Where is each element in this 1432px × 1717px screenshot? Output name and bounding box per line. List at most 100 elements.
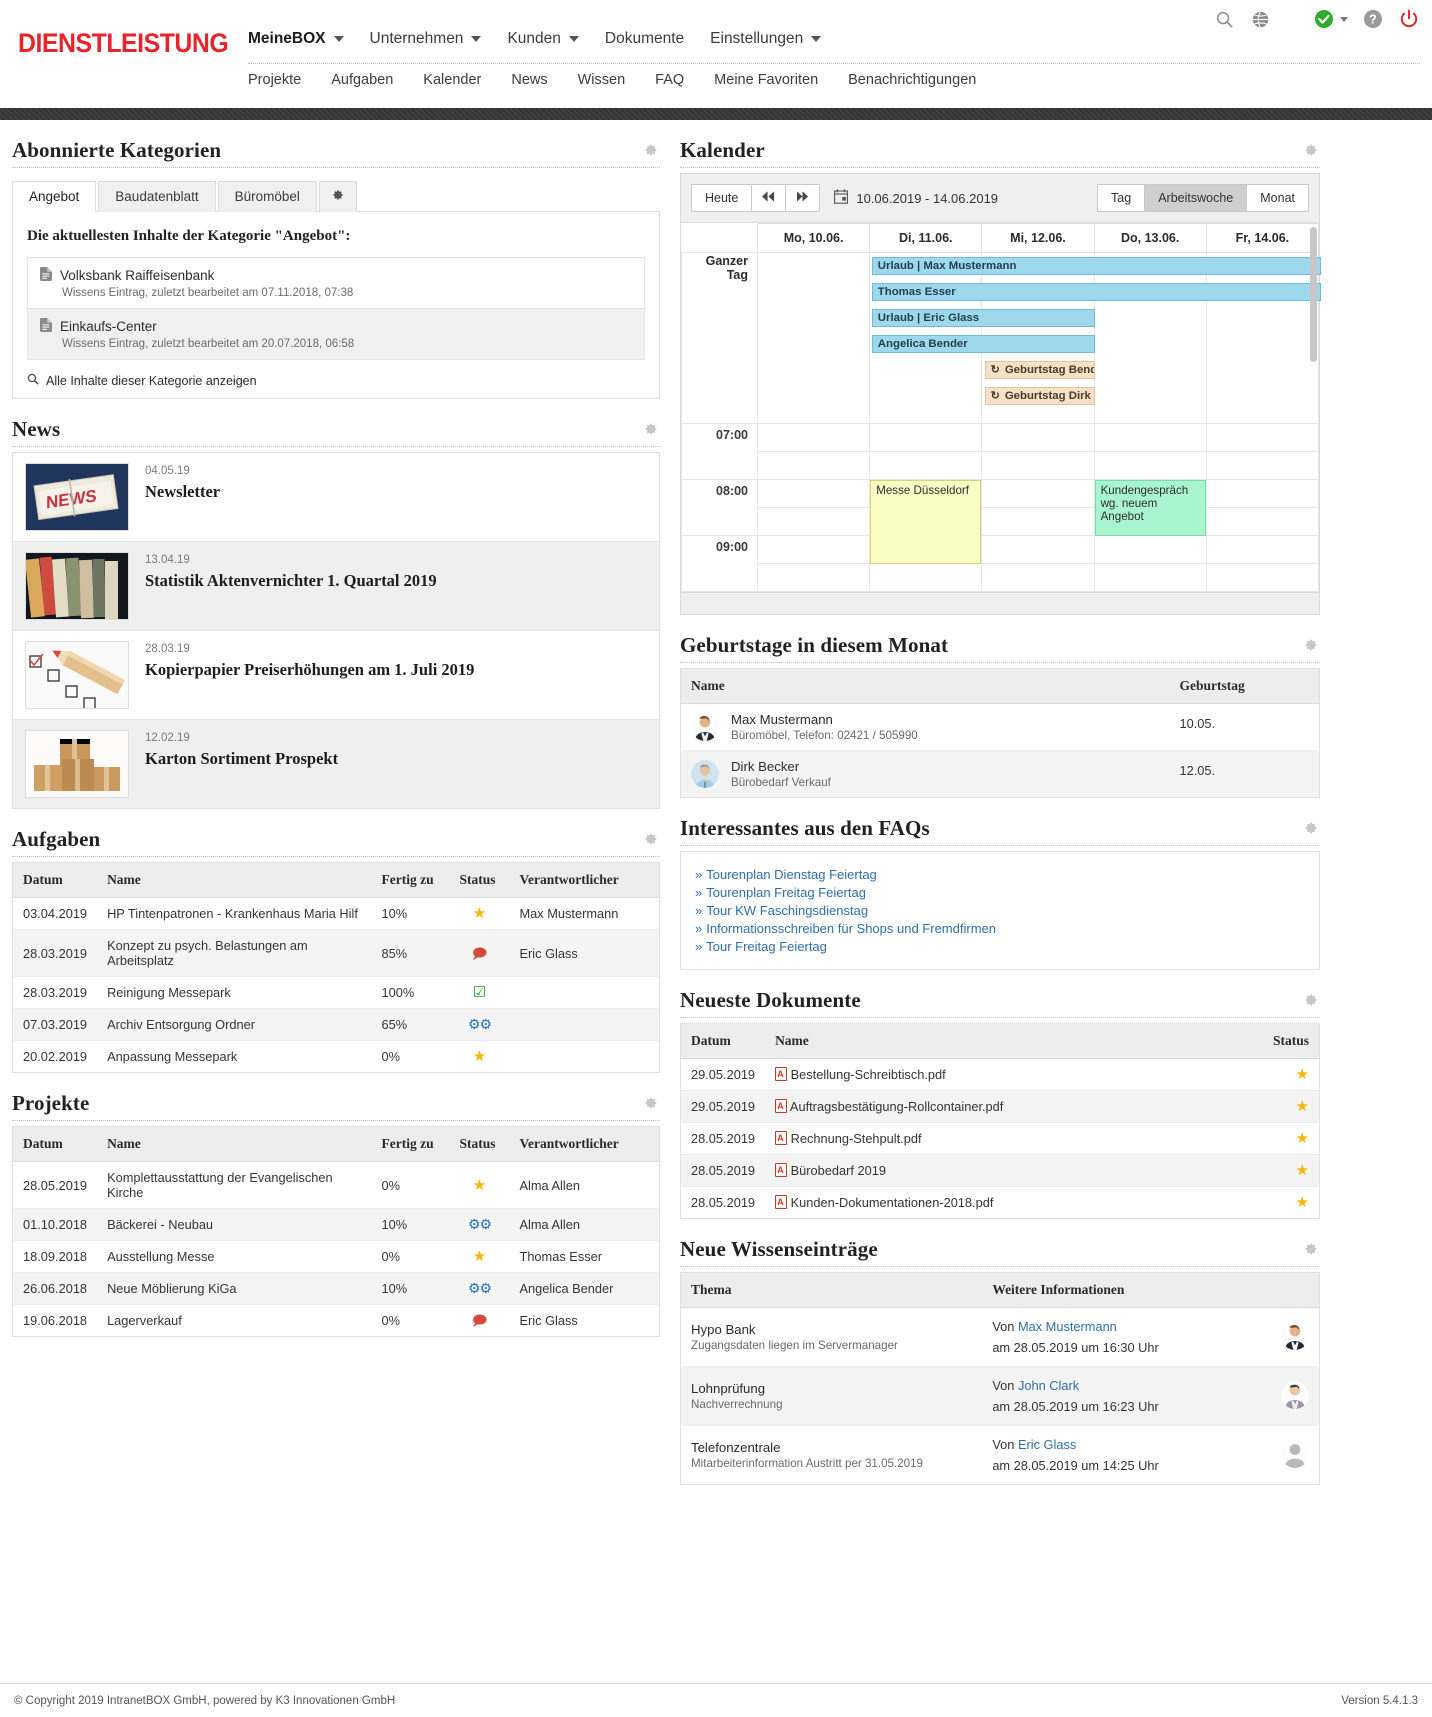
subnav-item-news[interactable]: News — [511, 72, 577, 88]
calendar-slot[interactable] — [869, 563, 983, 592]
subnav-item-faq[interactable]: FAQ — [655, 72, 714, 88]
gear-icon[interactable] — [644, 832, 658, 846]
nav-item-einstellungen[interactable]: Einstellungen — [710, 30, 835, 58]
table-row[interactable]: 28.05.2019 Komplettausstattung der Evange… — [12, 1161, 660, 1209]
calendar-slot[interactable] — [981, 423, 1095, 452]
author-link[interactable]: John Clark — [1018, 1378, 1079, 1393]
list-item[interactable]: 12.02.19 Karton Sortiment Prospekt — [13, 720, 659, 808]
table-row[interactable]: 28.05.2019 Rechnung-Stehpult.pdf ★ — [680, 1122, 1320, 1155]
nav-item-unternehmen[interactable]: Unternehmen — [370, 30, 496, 58]
calendar-slot[interactable] — [1093, 451, 1207, 480]
calendar-slot[interactable] — [756, 535, 871, 564]
calendar-slot[interactable] — [756, 563, 871, 592]
tab-baudatenblatt[interactable]: Baudatenblatt — [98, 181, 216, 212]
nav-item-meinebox[interactable]: MeineBOX — [248, 30, 358, 58]
table-row[interactable]: 28.03.2019 Reinigung Messepark 100% ☑ — [12, 976, 660, 1009]
subnav-item-kalender[interactable]: Kalender — [423, 72, 511, 88]
calendar-slot[interactable] — [756, 507, 871, 536]
table-row[interactable]: 28.03.2019 Konzept zu psych. Belastungen … — [12, 929, 660, 977]
calendar-slot[interactable] — [756, 479, 871, 508]
calendar-scrollbar[interactable] — [1310, 227, 1317, 582]
calendar-birthday-event[interactable]: Geburtstag Bend — [984, 361, 1096, 379]
calendar-slot[interactable] — [756, 423, 871, 452]
subnav-item-meine-favoriten[interactable]: Meine Favoriten — [714, 72, 848, 88]
gear-icon[interactable] — [1304, 821, 1318, 835]
table-row[interactable]: 20.02.2019 Anpassung Messepark 0% ★ — [13, 1041, 660, 1073]
author-link[interactable]: Max Mustermann — [1018, 1319, 1117, 1334]
gear-icon[interactable] — [1304, 638, 1318, 652]
power-icon[interactable] — [1398, 8, 1420, 30]
calendar-slot[interactable] — [1093, 563, 1207, 592]
tab-settings-gear-icon[interactable] — [318, 181, 357, 212]
calendar-slot[interactable] — [1205, 479, 1320, 508]
nav-item-kunden[interactable]: Kunden — [507, 30, 592, 58]
faq-link[interactable]: » Tour KW Faschingsdienstag — [695, 903, 1305, 918]
table-row[interactable]: 29.05.2019 Auftragsbestätigung-Rollconta… — [680, 1090, 1320, 1123]
list-item[interactable]: Einkaufs-Center Wissens Eintrag, zuletzt… — [28, 309, 644, 360]
tab-bueromoebel[interactable]: Büromöbel — [217, 181, 317, 212]
tab-angebot[interactable]: Angebot — [12, 181, 97, 212]
calendar-slot[interactable] — [1205, 507, 1320, 536]
nav-item-dokumente[interactable]: Dokumente — [605, 30, 698, 58]
author-link[interactable]: Eric Glass — [1018, 1437, 1076, 1452]
search-icon[interactable] — [1213, 8, 1235, 30]
subnav-item-benachrichtigungen[interactable]: Benachrichtigungen — [848, 72, 1006, 88]
table-row[interactable]: 01.10.2018 Bäckerei - Neubau 10% ⚙⚙ Alma All… — [12, 1208, 660, 1241]
calendar-birthday-event[interactable]: Geburtstag Dirk — [984, 387, 1096, 405]
cell-name[interactable]: Rechnung-Stehpult.pdf — [765, 1122, 1230, 1155]
faq-link[interactable]: » Tourenplan Dienstag Feiertag — [695, 867, 1305, 882]
calendar-view-monat[interactable]: Monat — [1246, 184, 1309, 212]
table-row[interactable]: 03.04.2019 HP Tintenpatronen - Krankenhau… — [12, 897, 660, 930]
table-row[interactable]: Telefonzentrale Mitarbeiterinformation Au… — [681, 1426, 1320, 1485]
calendar-slot[interactable] — [1205, 423, 1320, 452]
calendar-event-messe[interactable]: Messe Düsseldorf — [870, 480, 982, 564]
gear-icon[interactable] — [1304, 143, 1318, 157]
show-all-link[interactable]: Alle Inhalte dieser Kategorie anzeigen — [27, 373, 645, 388]
calendar-slot[interactable] — [981, 507, 1095, 536]
calendar-view-tag[interactable]: Tag — [1097, 184, 1145, 212]
gear-icon[interactable] — [644, 422, 658, 436]
calendar-slot[interactable] — [1093, 423, 1207, 452]
calendar-prev-button[interactable] — [751, 184, 786, 212]
cell-name[interactable]: Auftragsbestätigung-Rollcontainer.pdf — [765, 1090, 1230, 1123]
table-row[interactable]: 28.05.2019 Kunden-Dokumentationen-2018.p… — [681, 1187, 1320, 1219]
table-row[interactable]: 26.06.2018 Neue Möblierung KiGa 10% ⚙⚙ Angel… — [12, 1272, 660, 1305]
gear-icon[interactable] — [644, 1096, 658, 1110]
list-item[interactable]: Volksbank Raiffeisenbank Wissens Eintrag… — [28, 258, 644, 309]
list-item[interactable]: NEWS 04.05.19 Newsletter — [13, 453, 659, 542]
faq-link[interactable]: » Tourenplan Freitag Feiertag — [695, 885, 1305, 900]
subnav-item-wissen[interactable]: Wissen — [578, 72, 656, 88]
calendar-slot[interactable] — [981, 535, 1095, 564]
status-ok-icon[interactable] — [1313, 8, 1335, 30]
calendar-slot[interactable] — [869, 451, 983, 480]
status-dropdown-caret-icon[interactable] — [1340, 16, 1348, 22]
table-row[interactable]: Lohnprüfung Nachverrechnung Von John Clark… — [680, 1366, 1320, 1426]
table-row[interactable]: 07.03.2019 Archiv Entsorgung Ordner 65% ⚙⚙ — [12, 1008, 660, 1041]
calendar-slot[interactable] — [1205, 451, 1320, 480]
subnav-item-projekte[interactable]: Projekte — [248, 72, 331, 88]
calendar-date-range[interactable]: 10.06.2019 - 14.06.2019 — [834, 189, 998, 207]
calendar-slot[interactable] — [1093, 535, 1207, 564]
calendar-slot[interactable] — [981, 451, 1095, 480]
list-item[interactable]: 28.03.19 Kopierpapier Preiserhöhungen am… — [13, 631, 659, 720]
globe-icon[interactable] — [1249, 8, 1271, 30]
calendar-slot[interactable] — [869, 423, 983, 452]
table-row[interactable]: 19.06.2018 Lagerverkauf 0% 🗩 Eric Glass — [13, 1305, 660, 1337]
table-row[interactable]: 29.05.2019 Bestellung-Schreibtisch.pdf ★ — [680, 1058, 1320, 1091]
list-item[interactable]: 13.04.19 Statistik Aktenvernichter 1. Qu… — [13, 542, 659, 631]
calendar-slot[interactable] — [1205, 563, 1320, 592]
gear-icon[interactable] — [1304, 1242, 1318, 1256]
cell-name[interactable]: Bürobedarf 2019 — [765, 1154, 1230, 1187]
help-icon[interactable]: ? — [1362, 8, 1384, 30]
calendar-allday-event[interactable]: Angelica Bender — [871, 335, 1096, 353]
calendar-allday-event[interactable]: Urlaub | Max Mustermann — [871, 257, 1321, 275]
calendar-today-button[interactable]: Heute — [691, 184, 752, 212]
table-row[interactable]: 28.05.2019 Bürobedarf 2019 ★ — [680, 1154, 1320, 1187]
table-row[interactable]: Max Mustermann Büromöbel, Telefon: 02421… — [680, 703, 1320, 751]
cell-name[interactable]: Bestellung-Schreibtisch.pdf — [765, 1058, 1230, 1091]
calendar-slot[interactable]: Kundengespräch wg. neuem Angebot — [1093, 479, 1207, 536]
table-row[interactable]: Dirk Becker Bürobedarf Verkauf 12.05. — [680, 750, 1320, 798]
gear-icon[interactable] — [644, 143, 658, 157]
faq-link[interactable]: » Tour Freitag Feiertag — [695, 939, 1305, 954]
calendar-view-arbeitswoche[interactable]: Arbeitswoche — [1144, 184, 1247, 212]
